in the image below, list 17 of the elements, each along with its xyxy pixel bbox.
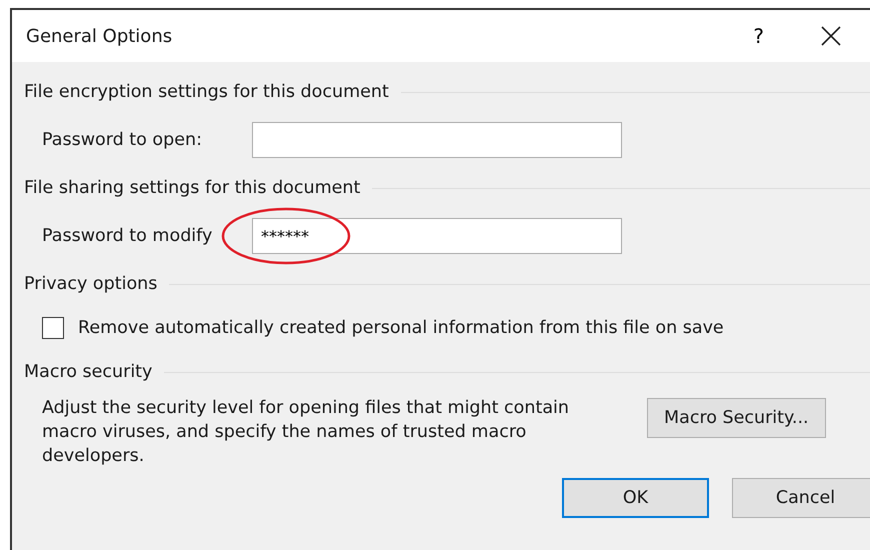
password-field[interactable]: ****** (252, 218, 622, 254)
description-text: Adjust the security level for opening files that might contain macro viruses, and specify the names of trusted macro developers. (42, 397, 570, 468)
window-title: General Options (26, 26, 174, 46)
close-icon[interactable] (820, 25, 842, 47)
section-heading: Privacy options (24, 274, 158, 294)
field-label: Password to open: (42, 130, 204, 150)
field-label: Password to modify (42, 226, 214, 246)
macro-security-button[interactable]: Macro Security... (647, 398, 826, 438)
ok-button[interactable]: OK (562, 478, 709, 518)
section-heading: File encryption settings for this document (24, 82, 390, 102)
checkbox-label[interactable]: Remove automatically created personal information from this file on save (78, 318, 724, 338)
section-heading: Macro security (24, 362, 154, 382)
help-button[interactable]: ? (753, 24, 764, 48)
section-heading: File sharing settings for this document (24, 178, 362, 198)
checkbox[interactable] (42, 317, 64, 339)
password-field[interactable] (252, 122, 622, 158)
cancel-button[interactable]: Cancel (732, 478, 870, 518)
